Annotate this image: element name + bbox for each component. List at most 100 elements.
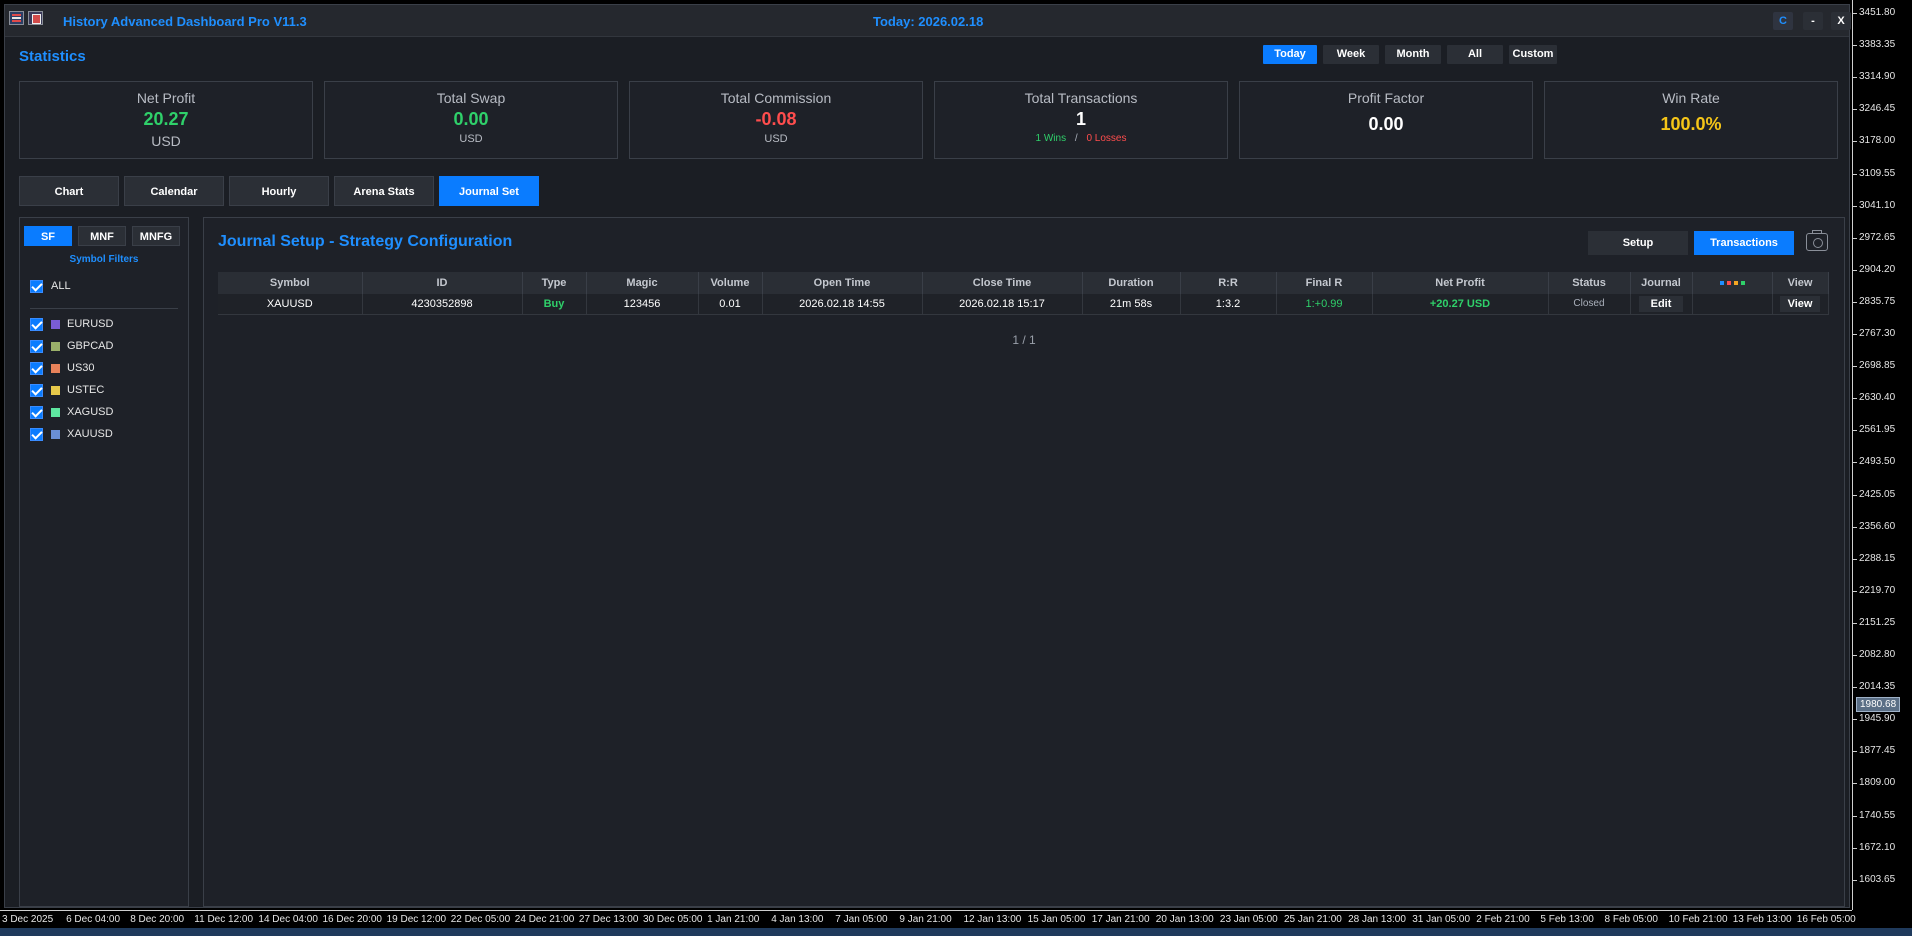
column-header[interactable]: View: [1772, 272, 1829, 294]
column-header[interactable]: Final R: [1276, 272, 1373, 294]
symbol-label: GBPCAD: [67, 340, 114, 352]
camera-icon[interactable]: [1806, 230, 1828, 251]
tab-calendar[interactable]: Calendar: [124, 176, 224, 206]
price-tick-label: 3383.35: [1852, 39, 1896, 51]
column-header[interactable]: Open Time: [762, 272, 923, 294]
cell-rr: 1:3.2: [1180, 294, 1277, 315]
symbol-row-ustec[interactable]: USTEC: [30, 382, 104, 398]
time-tick-label: 2 Feb 21:00: [1476, 914, 1530, 925]
checkbox-icon[interactable]: [30, 279, 43, 293]
app-title: History Advanced Dashboard Pro V11.3: [63, 14, 307, 29]
column-header[interactable]: Volume: [698, 272, 763, 294]
cell-color: [1692, 294, 1773, 315]
symbol-filters-label: Symbol Filters: [69, 254, 139, 265]
close-button[interactable]: X: [1831, 12, 1851, 30]
total-swap-card: Total Swap 0.00 USD: [324, 81, 618, 159]
tab-journal-set[interactable]: Journal Set: [439, 176, 539, 206]
cell-magic: 123456: [586, 294, 699, 315]
period-today-button[interactable]: Today: [1263, 45, 1317, 64]
time-tick-label: 8 Feb 05:00: [1604, 914, 1658, 925]
filter-tab-mnfg[interactable]: MNFG: [132, 226, 180, 246]
symbol-color-swatch: [51, 407, 60, 417]
price-tick-label: 2767.30: [1852, 328, 1896, 339]
price-tick-label: 2356.60: [1852, 520, 1896, 532]
journal-title: Journal Setup - Strategy Configuration: [218, 233, 513, 250]
filter-tab-sf[interactable]: SF: [24, 226, 72, 246]
tab-hourly[interactable]: Hourly: [229, 176, 329, 206]
symbol-color-swatch: [51, 341, 60, 351]
symbol-row-xauusd[interactable]: XAUUSD: [30, 426, 113, 442]
total-commission-card: Total Commission -0.08 USD: [629, 81, 923, 159]
column-header[interactable]: Close Time: [922, 272, 1083, 294]
column-header[interactable]: Type: [522, 272, 587, 294]
tab-chart[interactable]: Chart: [19, 176, 119, 206]
symbol-label: XAGUSD: [67, 406, 114, 418]
price-tick-label: 2425.05: [1852, 488, 1896, 500]
wins-count: 1 Wins: [1035, 133, 1067, 144]
symbol-label: US30: [67, 362, 95, 374]
time-tick-label: 16 Feb 05:00: [1796, 914, 1856, 925]
time-tick-label: 19 Dec 12:00: [386, 914, 447, 925]
checkbox-icon[interactable]: [30, 339, 43, 353]
period-week-button[interactable]: Week: [1323, 45, 1379, 64]
view-button[interactable]: View: [1780, 295, 1820, 312]
checkbox-icon[interactable]: [30, 427, 43, 441]
transactions-button[interactable]: Transactions: [1694, 231, 1794, 255]
period-custom-button[interactable]: Custom: [1509, 45, 1557, 64]
price-tick-label: 3451.80: [1852, 7, 1896, 18]
symbol-row-us30[interactable]: US30: [30, 360, 95, 376]
column-header[interactable]: Net Profit: [1372, 272, 1549, 294]
edit-journal-button[interactable]: Edit: [1639, 295, 1683, 312]
dashboard-panel: History Advanced Dashboard Pro V11.3 Tod…: [4, 4, 1851, 908]
price-tick-label: 2151.25: [1852, 616, 1896, 628]
price-tick-label: 2561.95: [1852, 424, 1896, 436]
price-tick-label: 2014.35: [1852, 681, 1896, 693]
column-header[interactable]: Status: [1548, 272, 1631, 294]
column-header[interactable]: R:R: [1180, 272, 1277, 294]
symbol-row-xagusd[interactable]: XAGUSD: [30, 404, 113, 420]
time-axis: 3 Dec 2025 6 Dec 04:00 8 Dec 20:00 11 Dec 1…: [0, 910, 1856, 928]
time-tick-label: 10 Feb 21:00: [1668, 914, 1728, 925]
current-price-label: 1980.68: [1856, 697, 1901, 712]
column-header[interactable]: Journal: [1630, 272, 1693, 294]
price-axis: 3451.80 3383.35 3314.90 3246.45 3178.00 3109.…: [1852, 0, 1912, 910]
column-header[interactable]: Symbol: [218, 272, 363, 294]
collapse-button[interactable]: C: [1773, 12, 1793, 30]
time-tick-label: 20 Jan 13:00: [1155, 914, 1214, 925]
pagination-label: 1 / 1: [1012, 333, 1036, 347]
column-header[interactable]: ID: [362, 272, 523, 294]
stat-unit: USD: [459, 133, 483, 145]
column-header[interactable]: Duration: [1082, 272, 1181, 294]
period-month-button[interactable]: Month: [1385, 45, 1441, 64]
today-date-label: Today: 2026.02.18: [873, 14, 984, 29]
save-icon[interactable]: [28, 11, 43, 25]
checkbox-icon[interactable]: [30, 361, 43, 375]
symbol-row-gbpcad[interactable]: GBPCAD: [30, 338, 113, 354]
time-tick-label: 1 Jan 21:00: [707, 914, 760, 925]
cell-type: Buy: [522, 294, 587, 315]
checkbox-icon[interactable]: [30, 405, 43, 419]
stat-value: 1: [1075, 109, 1086, 129]
color-dots-icon: [1719, 281, 1745, 286]
color-dots-header[interactable]: [1692, 272, 1773, 294]
filter-tab-mnf[interactable]: MNF: [78, 226, 126, 246]
checkbox-icon[interactable]: [30, 383, 43, 397]
price-tick-label: 2219.70: [1852, 584, 1896, 596]
menu-list-icon[interactable]: [9, 11, 24, 25]
price-tick-label: 1740.55: [1852, 809, 1896, 821]
period-all-button[interactable]: All: [1447, 45, 1503, 64]
minimize-button[interactable]: -: [1803, 12, 1823, 30]
table-row[interactable]: XAUUSD 4230352898 Buy 123456 0.01 2026.0…: [218, 294, 1829, 315]
time-tick-label: 14 Dec 04:00: [258, 914, 318, 925]
price-tick-label: 2904.20: [1852, 263, 1896, 275]
checkbox-icon[interactable]: [30, 317, 43, 331]
time-tick-label: 25 Jan 21:00: [1284, 914, 1342, 925]
column-header[interactable]: Magic: [586, 272, 699, 294]
tab-arena-stats[interactable]: Arena Stats: [334, 176, 434, 206]
filter-all-row[interactable]: ALL: [30, 278, 71, 294]
price-tick-label: 1672.10: [1852, 841, 1896, 853]
setup-button[interactable]: Setup: [1588, 231, 1688, 255]
cell-view: View: [1772, 294, 1829, 315]
title-bar[interactable]: History Advanced Dashboard Pro V11.3 Tod…: [5, 5, 1851, 37]
symbol-row-eurusd[interactable]: EURUSD: [30, 316, 113, 332]
